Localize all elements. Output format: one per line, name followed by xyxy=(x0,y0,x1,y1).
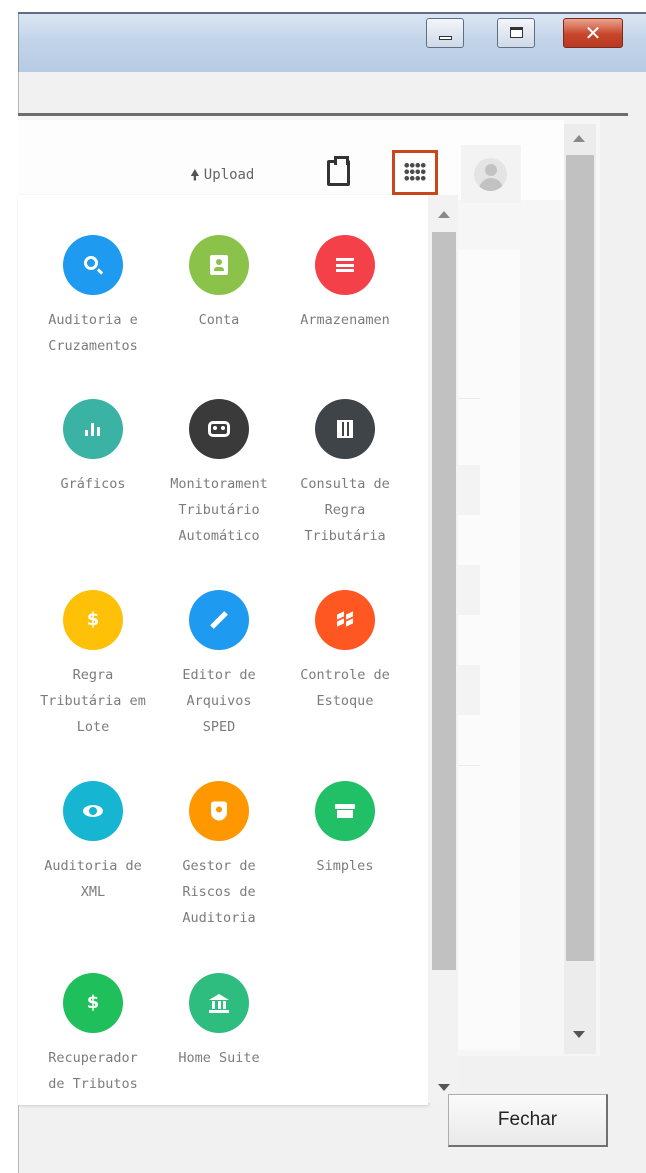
app-monitoramento-tributario[interactable]: Monitorament Tributário Automático xyxy=(154,399,284,549)
app-auditoria-xml[interactable]: Auditoria de XML xyxy=(28,781,158,905)
scroll-up-arrow-icon[interactable] xyxy=(573,135,585,142)
maximize-button[interactable] xyxy=(497,18,535,48)
badge-icon xyxy=(189,235,249,295)
map-icon xyxy=(315,399,375,459)
apps-grid-button[interactable] xyxy=(392,150,438,195)
clipboard-icon[interactable] xyxy=(327,156,350,186)
dropbox-icon xyxy=(315,590,375,650)
robot-icon xyxy=(189,399,249,459)
app-conta[interactable]: Conta xyxy=(154,235,284,333)
app-armazenamento[interactable]: Armazenamen xyxy=(280,235,410,333)
minimize-icon xyxy=(439,36,452,40)
user-avatar-icon xyxy=(474,158,507,191)
menu-icon xyxy=(315,235,375,295)
search-icon xyxy=(63,235,123,295)
app-graficos[interactable]: Gráficos xyxy=(28,399,158,497)
apps-grid-icon xyxy=(404,162,426,182)
fechar-button[interactable]: Fechar xyxy=(448,1094,608,1147)
title-bar[interactable] xyxy=(18,14,646,72)
app-controle-estoque[interactable]: Controle de Estoque xyxy=(280,590,410,714)
bar-chart-icon xyxy=(63,399,123,459)
close-icon: ✕ xyxy=(584,21,602,45)
shield-icon xyxy=(189,781,249,841)
eye-icon xyxy=(63,781,123,841)
app-home-suite[interactable]: Home Suite xyxy=(154,973,284,1071)
maximize-icon xyxy=(510,27,523,38)
pencil-icon xyxy=(189,590,249,650)
upload-label: Upload xyxy=(203,167,255,183)
app-editor-arquivos-sped[interactable]: Editor de Arquivos SPED xyxy=(154,590,284,740)
app-regra-tributaria-lote[interactable]: $ Regra Tributária em Lote xyxy=(28,590,158,740)
panel-scroll-down-arrow-icon[interactable] xyxy=(438,1084,450,1091)
minimize-button[interactable] xyxy=(426,18,464,48)
store-icon xyxy=(315,781,375,841)
app-recuperador-tributos[interactable]: $ Recuperador de Tributos xyxy=(28,973,158,1097)
bank-icon xyxy=(189,973,249,1033)
dollar-icon: $ xyxy=(63,973,123,1033)
page-scrollbar-thumb[interactable] xyxy=(566,155,594,961)
app-auditoria-cruzamentos[interactable]: Auditoria e Cruzamentos xyxy=(28,235,158,359)
panel-scroll-up-arrow-icon[interactable] xyxy=(438,211,450,218)
apps-panel-scrollbar-thumb[interactable] xyxy=(432,232,456,970)
money-off-icon: $ xyxy=(63,590,123,650)
scroll-down-arrow-icon[interactable] xyxy=(573,1031,585,1038)
app-simples[interactable]: Simples xyxy=(280,781,410,879)
user-menu-button[interactable] xyxy=(461,145,521,203)
app-gestor-riscos-auditoria[interactable]: Gestor de Riscos de Auditoria xyxy=(154,781,284,931)
app-consulta-regra-tributaria[interactable]: Consulta de Regra Tributária xyxy=(280,399,410,549)
upload-button[interactable]: 🠝 Upload xyxy=(190,162,254,188)
close-window-button[interactable]: ✕ xyxy=(563,18,623,48)
upload-arrow-icon: 🠝 xyxy=(190,165,200,184)
